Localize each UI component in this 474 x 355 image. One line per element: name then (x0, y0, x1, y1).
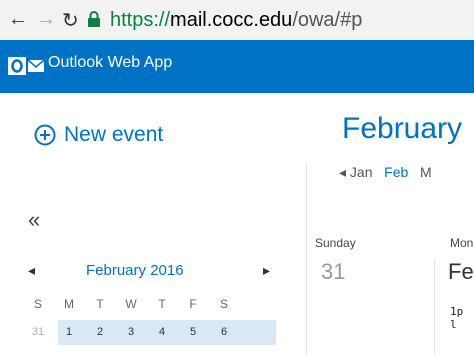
calendar-day[interactable]: 5 (184, 326, 202, 338)
next-month-button[interactable]: ▸ (263, 262, 270, 279)
url-host: mail.cocc.edu (170, 9, 293, 31)
previous-month-button[interactable]: ◂ (28, 262, 35, 279)
day-column-date-monday[interactable]: Fel (448, 259, 474, 285)
mini-calendar-title[interactable]: February 2016 (86, 262, 184, 279)
month-link-feb[interactable]: Feb (384, 164, 408, 180)
weekday-label: S (219, 297, 228, 311)
outlook-logo-icon (8, 57, 45, 75)
mini-calendar-header: ◂ February 2016 ▸ (28, 262, 278, 282)
lock-icon (88, 11, 100, 27)
calendar-day[interactable]: 2 (91, 326, 109, 338)
app-title: Outlook Web App (48, 54, 173, 71)
calendar-month-title: February (342, 112, 463, 145)
calendar-day[interactable]: 4 (153, 326, 171, 338)
url-path: /owa/#p (292, 9, 363, 31)
weekday-label: W (125, 297, 137, 311)
url-scheme: https:// (110, 9, 171, 31)
day-column-header-monday: Mon (450, 236, 474, 250)
weekday-label: S (33, 297, 42, 311)
weekday-label: F (189, 297, 197, 311)
browser-toolbar: ← → ↻ https://mail.cocc.edu/owa/#p (0, 0, 474, 41)
calendar-day[interactable]: 3 (122, 326, 140, 338)
app-header: Outlook Web App (0, 40, 474, 93)
day-column-divider (434, 260, 435, 355)
calendar-day[interactable]: 1 (60, 326, 78, 338)
collapse-pane-button[interactable]: « (28, 207, 40, 233)
day-column-header-sunday: Sunday (315, 236, 356, 250)
month-link-next[interactable]: M (420, 164, 432, 180)
calendar-day[interactable]: 6 (215, 326, 233, 338)
reload-icon[interactable]: ↻ (62, 8, 79, 33)
plus-circle-icon (34, 124, 56, 146)
address-bar[interactable]: https://mail.cocc.edu/owa/#p (110, 9, 362, 32)
calendar-day[interactable]: 31 (29, 326, 47, 338)
forward-arrow-icon[interactable]: → (36, 8, 56, 31)
weekday-label: T (96, 297, 104, 311)
day-column-date-sunday[interactable]: 31 (321, 259, 345, 285)
weekday-label: M (64, 297, 74, 311)
new-event-button[interactable]: New event (34, 123, 163, 147)
event-time: 1p l (450, 305, 464, 331)
weekday-label: T (158, 297, 166, 311)
new-event-label: New event (64, 123, 164, 146)
back-arrow-icon[interactable]: ← (8, 8, 28, 31)
previous-month-arrow-icon[interactable]: ◂ (339, 164, 350, 180)
pane-divider (306, 165, 307, 355)
month-link-jan[interactable]: Jan (350, 164, 373, 180)
calendar-event[interactable]: 1p l (450, 305, 474, 331)
month-navigation: ◂ Jan Feb M (339, 164, 432, 181)
